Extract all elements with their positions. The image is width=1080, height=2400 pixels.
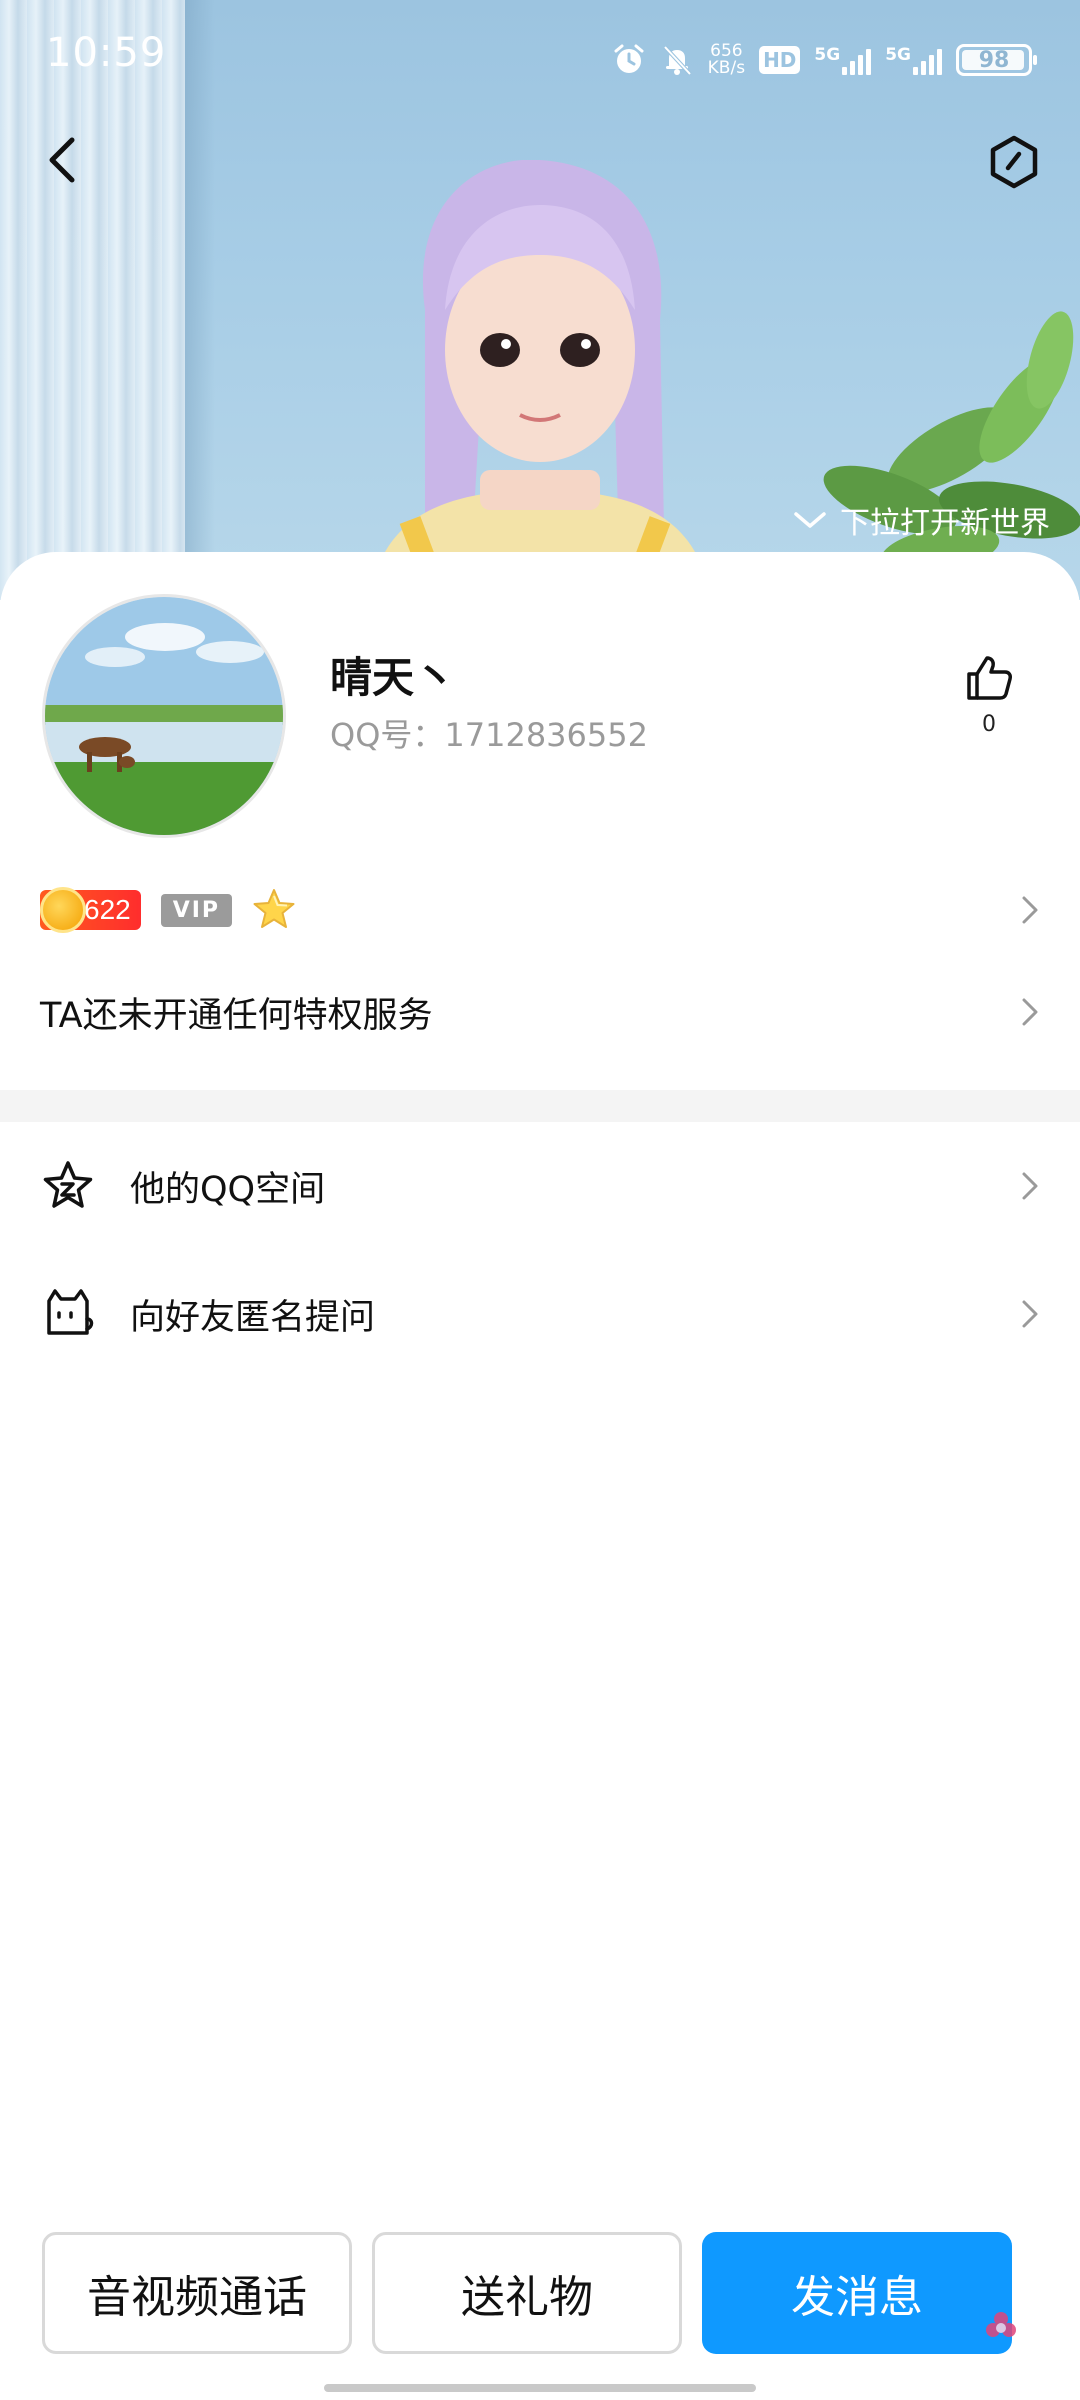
like-button[interactable]: 0 [954, 652, 1024, 737]
chevron-right-icon [1022, 896, 1038, 924]
battery-level: 98 [978, 47, 1010, 73]
status-icons: 656 KB/s HD 5G 5G 98 [612, 38, 1037, 82]
signal-1-bars-icon [842, 45, 872, 75]
hexagon-settings-icon [990, 135, 1038, 189]
signal-2-bars-icon [913, 45, 942, 75]
clock: 10:59 [46, 30, 167, 76]
battery-icon: 98 [956, 44, 1037, 76]
bottom-action-bar: 音视频通话 送礼物 发消息 [0, 2232, 1080, 2358]
badge-row[interactable]: 622 VIP [40, 882, 1040, 938]
status-bar: 10:59 656 KB/s HD 5G 5G 98 [0, 0, 1080, 120]
like-count: 0 [982, 712, 996, 737]
chevron-right-icon [1022, 1172, 1038, 1200]
menu-item-anonymous-question[interactable]: 向好友匿名提问 [40, 1264, 1040, 1364]
nickname: 晴天丶 [330, 653, 457, 702]
video-call-button[interactable]: 音视频通话 [42, 2232, 352, 2354]
flower-logo-icon [986, 2312, 1016, 2337]
qq-number: QQ号：1712836552 [330, 716, 648, 754]
section-divider [0, 1090, 1080, 1122]
chevron-right-icon [1022, 1300, 1038, 1328]
privilege-text: TA还未开通任何特权服务 [40, 995, 433, 1036]
pull-down-hint[interactable]: 下拉打开新世界 [792, 498, 1050, 542]
vip-badge: VIP [160, 893, 233, 927]
watermark-logo [984, 2310, 1018, 2344]
hd-voice-badge: HD [759, 46, 801, 74]
avatar-landscape-image [45, 597, 283, 835]
pull-down-hint-text: 下拉打开新世界 [840, 506, 1050, 541]
chevron-right-icon [1022, 998, 1038, 1026]
mute-bell-icon [663, 45, 692, 76]
signal-1-label: 5G [814, 45, 841, 65]
network-speed-unit: KB/s [707, 58, 746, 78]
signal-1: 5G [814, 45, 872, 75]
avatar-3d-figure [370, 160, 710, 600]
menu-item-qzone[interactable]: 他的QQ空间 [40, 1136, 1040, 1236]
menu-item-label: 他的QQ空间 [130, 1169, 326, 1210]
cat-question-icon [40, 1286, 96, 1342]
signal-2-label: 5G [885, 45, 911, 65]
level-badge: 622 [40, 887, 141, 933]
back-button[interactable] [34, 132, 90, 188]
network-speed: 656 KB/s [708, 43, 745, 77]
back-arrow-icon [49, 137, 75, 183]
home-indicator[interactable] [324, 2384, 756, 2392]
thumbs-up-icon [967, 656, 1012, 700]
star-icon [253, 889, 295, 928]
star-space-icon [40, 1158, 96, 1214]
avatar[interactable] [42, 594, 286, 838]
menu-item-label: 向好友匿名提问 [130, 1297, 376, 1338]
send-message-button[interactable]: 发消息 [702, 2232, 1012, 2354]
level-value: 622 [84, 894, 131, 925]
coin-icon [40, 887, 86, 933]
profile-card: 晴天丶 QQ号：1712836552 0 622 VIP TA还未开通任何特权服… [0, 552, 1080, 2400]
settings-button[interactable] [984, 132, 1044, 192]
send-gift-button[interactable]: 送礼物 [372, 2232, 682, 2354]
alarm-icon [614, 44, 644, 73]
cover-image[interactable]: 10:59 656 KB/s HD 5G 5G 98 下拉打开新世界 [0, 0, 1080, 600]
chevron-down-icon [794, 512, 826, 528]
privilege-row[interactable]: TA还未开通任何特权服务 [40, 972, 1040, 1052]
signal-2: 5G [885, 45, 942, 75]
